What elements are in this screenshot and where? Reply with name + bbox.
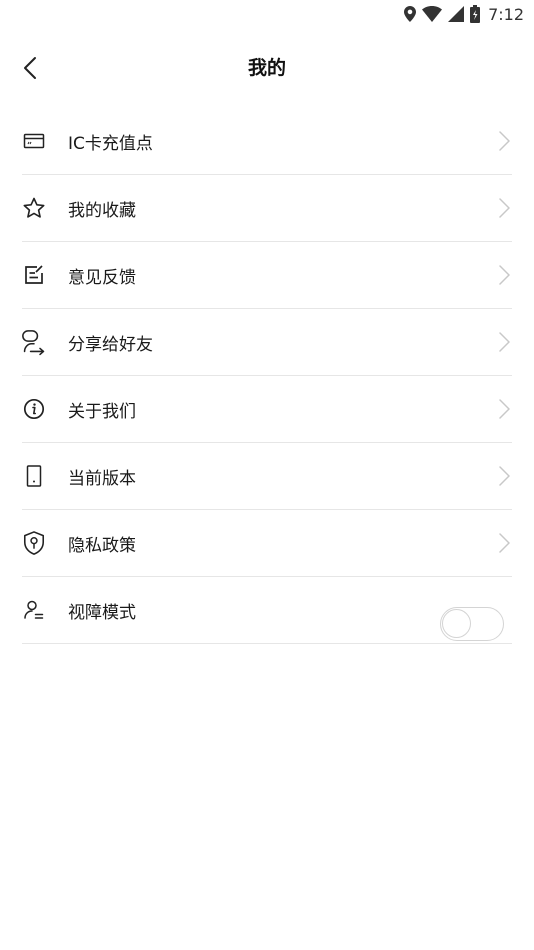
chevron-right-icon <box>499 198 510 218</box>
menu-item-share[interactable]: 分享给好友 <box>22 309 512 376</box>
card-icon <box>22 129 46 153</box>
menu-item-label: 当前版本 <box>68 468 136 489</box>
shield-lock-icon <box>22 531 46 555</box>
menu-item-accessibility: 视障模式 <box>22 577 512 644</box>
chevron-right-icon <box>499 399 510 419</box>
chevron-right-icon <box>499 466 510 486</box>
menu-item-version[interactable]: 当前版本 <box>22 443 512 510</box>
chevron-right-icon <box>499 131 510 151</box>
menu-item-label: IC卡充值点 <box>68 133 153 154</box>
phone-icon <box>22 464 46 488</box>
menu-item-label: 隐私政策 <box>68 535 136 556</box>
chevron-left-icon <box>24 57 36 79</box>
wifi-icon <box>422 6 443 22</box>
menu-item-label: 我的收藏 <box>68 200 136 221</box>
star-icon <box>22 196 46 220</box>
status-time: 7:12 <box>488 4 524 24</box>
info-icon <box>22 397 46 421</box>
menu-item-ic-card[interactable]: IC卡充值点 <box>22 108 512 175</box>
menu-item-about[interactable]: 关于我们 <box>22 376 512 443</box>
location-icon <box>404 6 417 22</box>
menu-item-label: 关于我们 <box>68 401 136 422</box>
nav-bar: 我的 <box>0 40 534 96</box>
back-button[interactable] <box>10 48 50 88</box>
menu-item-favorites[interactable]: 我的收藏 <box>22 175 512 242</box>
toggle-knob <box>442 609 471 638</box>
chevron-right-icon <box>499 265 510 285</box>
chevron-right-icon <box>499 533 510 553</box>
status-bar: 7:12 <box>0 0 534 28</box>
menu-list: IC卡充值点 我的收藏 意见反馈 分享给好友 关于我们 当前版本 隐私政策 视障… <box>22 108 512 644</box>
feedback-edit-icon <box>22 263 46 287</box>
share-user-icon <box>22 330 46 356</box>
signal-icon <box>448 6 465 22</box>
menu-item-label: 视障模式 <box>68 602 136 623</box>
menu-item-feedback[interactable]: 意见反馈 <box>22 242 512 309</box>
chevron-right-icon <box>499 332 510 352</box>
accessibility-mode-toggle[interactable] <box>440 607 504 641</box>
menu-item-label: 意见反馈 <box>68 267 136 288</box>
menu-item-label: 分享给好友 <box>68 334 153 355</box>
page-title: 我的 <box>247 57 286 79</box>
accessibility-user-icon <box>22 598 46 622</box>
menu-item-privacy[interactable]: 隐私政策 <box>22 510 512 577</box>
battery-icon <box>470 5 481 23</box>
